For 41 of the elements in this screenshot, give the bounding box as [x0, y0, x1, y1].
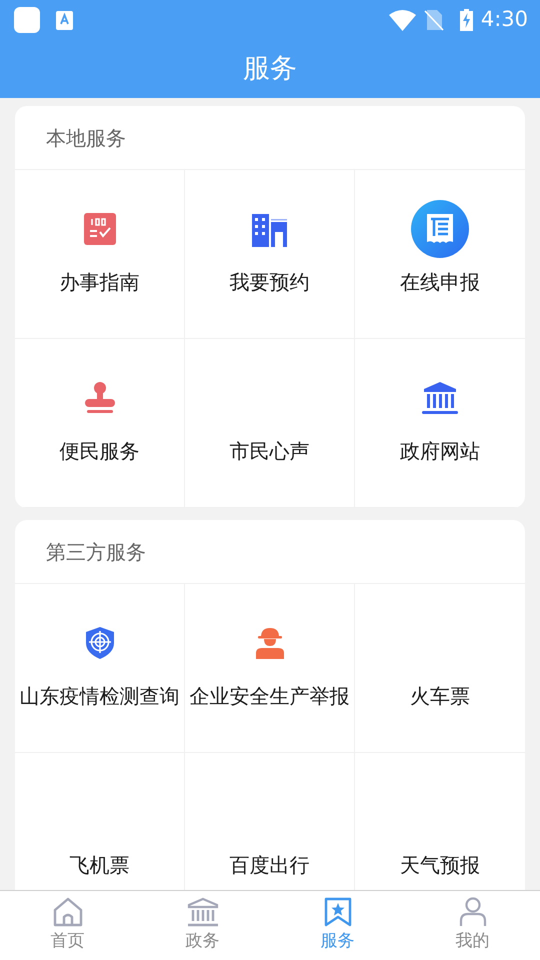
service-tile[interactable]: 市民心声: [185, 339, 355, 508]
service-label: 火车票: [410, 683, 470, 710]
no-sim-icon: [424, 9, 444, 31]
service-label: 天气预报: [400, 852, 480, 879]
service-label: 办事指南: [60, 269, 140, 296]
service-label: 百度出行: [230, 852, 310, 879]
service-tile[interactable]: 山东疫情检测查询: [15, 584, 185, 753]
target-shield-icon: [86, 627, 114, 659]
wifi-icon: [388, 10, 416, 30]
home-icon: [52, 897, 84, 927]
clock-time: 4:30: [480, 6, 528, 34]
document-circle-icon: [411, 200, 469, 258]
person-icon: [458, 897, 486, 927]
government-building-icon: [422, 382, 458, 414]
stamp-icon: [84, 382, 114, 414]
service-tile[interactable]: 政府网站: [355, 339, 525, 508]
service-label: 政府网站: [400, 438, 480, 465]
service-label: 市民心声: [230, 438, 310, 465]
service-label: 飞机票: [70, 852, 130, 879]
government-building-icon: [186, 897, 218, 927]
battery-charging-icon: [460, 9, 473, 31]
section-title: 第三方服务: [46, 538, 146, 566]
buildings-icon: [252, 212, 287, 246]
page-title: 服务: [243, 52, 297, 86]
service-label: 在线申报: [400, 269, 480, 296]
service-tile[interactable]: 办事指南: [15, 170, 185, 339]
notification-icon: [14, 7, 40, 33]
service-tile[interactable]: 企业安全生产举报: [185, 584, 355, 753]
bookmark-star-icon: [324, 897, 352, 927]
service-tile[interactable]: 便民服务: [15, 339, 185, 508]
service-tile[interactable]: 火车票: [355, 584, 525, 753]
service-label: 山东疫情检测查询: [20, 683, 180, 710]
service-tile[interactable]: 在线申报: [355, 170, 525, 339]
worker-hardhat-icon: [256, 627, 284, 659]
service-label: 便民服务: [60, 438, 140, 465]
service-tile[interactable]: 我要预约: [185, 170, 355, 339]
checklist-icon: [84, 213, 116, 245]
service-label: 我要预约: [230, 269, 310, 296]
service-label: 企业安全生产举报: [190, 683, 350, 710]
section-title: 本地服务: [46, 124, 126, 152]
keyboard-app-icon: [56, 10, 73, 30]
